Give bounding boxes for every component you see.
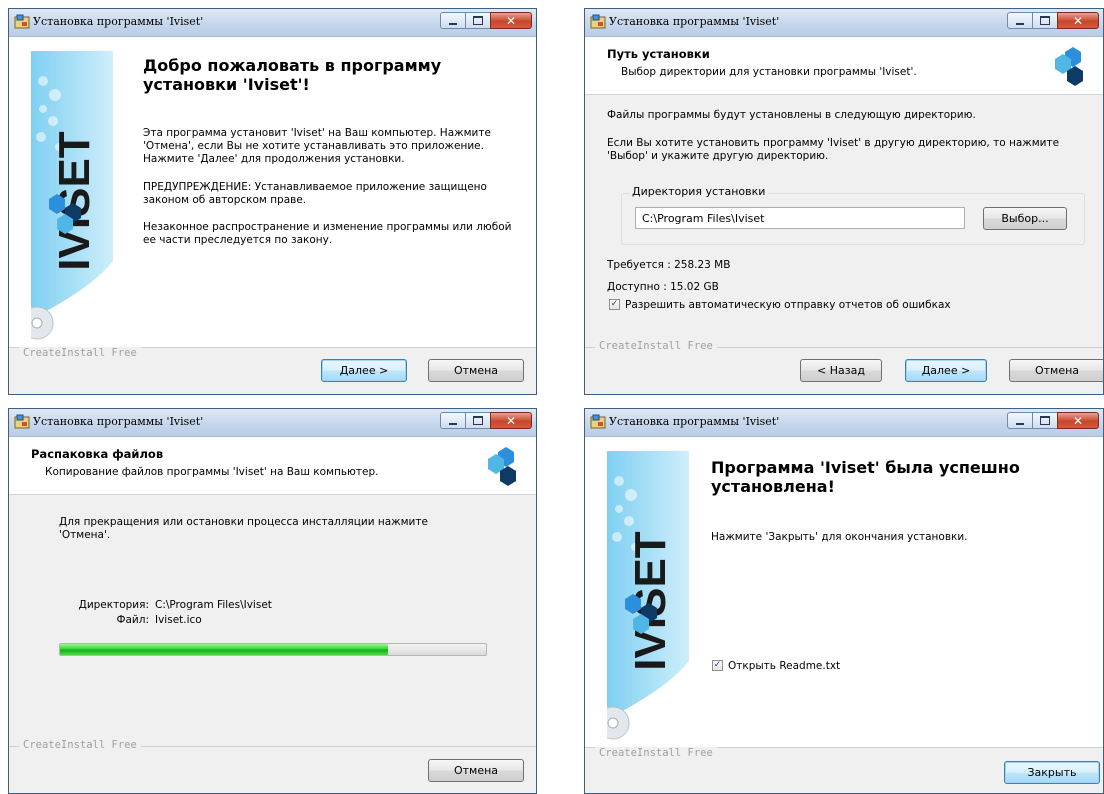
minimize-button[interactable] — [440, 12, 466, 29]
close-icon: ✕ — [1072, 413, 1084, 428]
install-dir-group-label: Директория установки — [629, 185, 769, 198]
finish-paragraph-1: Нажмите 'Закрыть' для окончания установк… — [711, 531, 968, 543]
cancel-button[interactable]: Отмена — [1009, 359, 1103, 382]
finish-heading: Программа 'Iviset' была успешно установл… — [711, 458, 1020, 496]
installer-app-icon — [590, 14, 606, 29]
minimize-icon — [449, 22, 457, 25]
minimize-icon — [1016, 22, 1024, 25]
cancel-button[interactable]: Отмена — [428, 359, 524, 382]
extract-window: Установка программы 'Iviset' ✕ Распаковк… — [8, 408, 537, 794]
installer-app-icon — [590, 414, 606, 429]
title-bar[interactable]: Установка программы 'Iviset' ✕ — [9, 9, 536, 37]
hexagon-logo-icon — [1055, 47, 1083, 86]
next-button[interactable]: Далее > — [905, 359, 987, 382]
next-button[interactable]: Далее > — [321, 359, 407, 382]
extract-progress-bar — [59, 643, 487, 656]
error-report-label[interactable]: Разрешить автоматическую отправку отчето… — [625, 299, 951, 312]
welcome-paragraph-3: Незаконное распространение и изменение п… — [143, 221, 512, 246]
welcome-paragraph-1: Эта программа установит 'Iviset' на Ваш … — [143, 127, 491, 165]
footer-brand: CreateInstall Free — [19, 347, 141, 359]
close-icon: ✕ — [505, 413, 517, 428]
cd-disc-icon — [31, 306, 54, 340]
maximize-icon — [473, 16, 483, 25]
path-paragraph-1: Файлы программы будут установлены в след… — [607, 109, 976, 121]
title-bar[interactable]: Установка программы 'Iviset' ✕ — [585, 409, 1103, 437]
welcome-heading: Добро пожаловать в программу установки '… — [143, 56, 442, 94]
finish-window: Установка программы 'Iviset' ✕ IVISET Пр… — [584, 408, 1104, 794]
maximize-button[interactable] — [1032, 12, 1058, 29]
maximize-button[interactable] — [1032, 412, 1058, 429]
path-window: Установка программы 'Iviset' ✕ Путь уста… — [584, 8, 1104, 395]
maximize-button[interactable] — [465, 12, 491, 29]
minimize-icon — [1016, 422, 1024, 425]
close-button[interactable]: ✕ — [1057, 412, 1099, 429]
progress-fill — [60, 644, 389, 655]
close-icon: ✕ — [1072, 13, 1084, 28]
path-paragraph-2: Если Вы хотите установить программу 'Ivi… — [607, 137, 1060, 162]
installer-app-icon — [14, 14, 30, 29]
open-readme-checkbox[interactable]: ✓ — [712, 660, 723, 671]
page-header: Путь установки Выбор директории для уста… — [585, 37, 1103, 95]
welcome-paragraph-2: ПРЕДУПРЕЖДЕНИЕ: Устанавливаемое приложен… — [143, 181, 487, 206]
available-space: Доступно : 15.02 GB — [607, 281, 719, 293]
window-title: Установка программы 'Iviset' — [609, 15, 780, 28]
welcome-window: Установка программы 'Iviset' ✕ IVISET До… — [8, 8, 537, 395]
extract-paragraph-1: Для прекращения или остановки процесса и… — [59, 516, 428, 541]
footer-brand: CreateInstall Free — [595, 747, 717, 759]
close-button[interactable]: ✕ — [490, 412, 532, 429]
title-bar[interactable]: Установка программы 'Iviset' ✕ — [585, 9, 1103, 37]
cancel-button[interactable]: Отмена — [428, 759, 524, 782]
maximize-icon — [473, 416, 483, 425]
extract-dir-value: C:\Program Files\Iviset — [155, 599, 272, 611]
window-title: Установка программы 'Iviset' — [609, 415, 780, 428]
extract-file-value: Iviset.ico — [155, 614, 202, 626]
footer-brand: CreateInstall Free — [595, 340, 717, 352]
extract-dir-label: Директория: — [78, 599, 149, 611]
minimize-button[interactable] — [440, 412, 466, 429]
header-subtitle: Копирование файлов программы 'Iviset' на… — [45, 466, 379, 478]
close-icon: ✕ — [505, 13, 517, 28]
extract-file-label: Файл: — [116, 614, 149, 626]
close-button[interactable]: ✕ — [1057, 12, 1099, 29]
minimize-icon — [449, 422, 457, 425]
page-header: Распаковка файлов Копирование файлов про… — [9, 437, 536, 495]
window-title: Установка программы 'Iviset' — [33, 415, 204, 428]
window-title: Установка программы 'Iviset' — [33, 15, 204, 28]
maximize-button[interactable] — [465, 412, 491, 429]
required-space: Требуется : 258.23 MB — [607, 259, 731, 271]
title-bar[interactable]: Установка программы 'Iviset' ✕ — [9, 409, 536, 437]
header-title: Путь установки — [607, 47, 710, 61]
minimize-button[interactable] — [1007, 12, 1033, 29]
open-readme-label[interactable]: Открыть Readme.txt — [728, 660, 840, 673]
iviset-banner: IVISET — [607, 451, 689, 740]
header-subtitle: Выбор директории для установки программы… — [621, 66, 917, 78]
footer-brand: CreateInstall Free — [19, 739, 141, 751]
cd-disc-icon — [607, 706, 630, 740]
close-installer-button[interactable]: Закрыть — [1004, 761, 1100, 784]
maximize-icon — [1040, 16, 1050, 25]
header-title: Распаковка файлов — [31, 447, 164, 461]
back-button[interactable]: < Назад — [800, 359, 882, 382]
iviset-banner: IVISET — [31, 51, 113, 340]
close-button[interactable]: ✕ — [490, 12, 532, 29]
install-dir-input[interactable] — [635, 207, 965, 229]
error-report-checkbox[interactable]: ✓ — [609, 299, 620, 310]
installer-app-icon — [14, 414, 30, 429]
browse-button[interactable]: Выбор... — [983, 207, 1067, 230]
hexagon-logo-icon — [488, 447, 516, 486]
minimize-button[interactable] — [1007, 412, 1033, 429]
maximize-icon — [1040, 416, 1050, 425]
